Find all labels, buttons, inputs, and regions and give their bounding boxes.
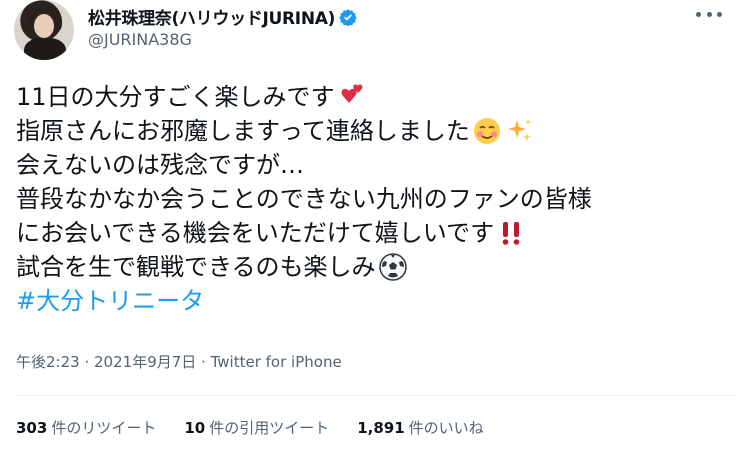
tweet-line-text: にお会いできる機会をいただけて嬉しいです [16,219,495,247]
verified-badge-icon [339,8,357,26]
tweet-meta: 午後2:23 · 2021年9月7日 · Twitter for iPhone [16,351,342,372]
quotes-count: 10 [184,419,206,437]
more-dot [706,11,712,17]
smiling-face-icon [473,118,500,144]
author-display-name[interactable]: 松井珠理奈(ハリウッドJURINA) [88,4,335,29]
more-dot [717,11,722,17]
tweet-line: にお会いできる機会をいただけて嬉しいです [16,216,592,250]
tweet-line-text: 普段なかなか会うことのできない九州のファンの皆様 [16,185,592,213]
tweet-time[interactable]: 午後2:23 [16,353,80,371]
tweet-text: 11日の大分すごく楽しみです 指原さんにお邪魔しますって連絡しました 会えないの… [16,80,592,318]
tweet-line: 試合を生で観戦できるのも楽しみ [16,250,592,284]
retweets-count: 303 [16,419,48,437]
tweet-line-text: 指原さんにお邪魔しますって連絡しました [16,117,470,145]
tweet-line: 11日の大分すごく楽しみです [16,80,592,114]
likes-stat[interactable]: 1,891 件のいいね [357,417,483,438]
tweet-line: 指原さんにお邪魔しますって連絡しました [16,114,592,148]
likes-count: 1,891 [357,419,405,437]
double-exclamation-icon [502,222,520,245]
avatar-face [34,14,54,38]
two-hearts-icon [341,84,363,103]
retweets-stat[interactable]: 303 件のリツイート [16,417,156,438]
divider [16,395,736,396]
soccer-ball-icon [378,253,407,281]
tweet-line: 普段なかなか会うことのできない九州のファンの皆様 [16,182,592,216]
tweet-line-text: 試合を生で観戦できるのも楽しみ [16,253,376,281]
tweet-source[interactable]: Twitter for iPhone [211,353,342,371]
meta-separator: · [201,353,211,371]
tweet-date[interactable]: 2021年9月7日 [94,353,196,371]
meta-separator: · [84,353,95,371]
sparkles-icon [507,119,531,141]
retweets-label: 件のリツイート [51,419,157,437]
tweet-line-text: 会えないのは残念ですが… [16,151,304,179]
more-options-icon[interactable] [696,6,722,22]
avatar[interactable] [14,0,74,60]
author-handle[interactable]: @JURINA38G [88,30,192,49]
tweet-line-text: 11日の大分すごく楽しみです [16,83,335,111]
quotes-label: 件の引用ツイート [209,419,330,437]
hashtag-link[interactable]: #大分トリニータ [16,284,204,318]
likes-label: 件のいいね [408,419,484,437]
tweet-line: 会えないのは残念ですが… [16,148,592,182]
avatar-body [24,38,66,60]
quotes-stat[interactable]: 10 件の引用ツイート [184,417,329,438]
author-name-row[interactable]: 松井珠理奈(ハリウッドJURINA) [88,4,357,29]
more-dot [696,11,701,17]
tweet-line: #大分トリニータ [16,284,592,318]
tweet-stats: 303 件のリツイート 10 件の引用ツイート 1,891 件のいいね [16,417,484,438]
